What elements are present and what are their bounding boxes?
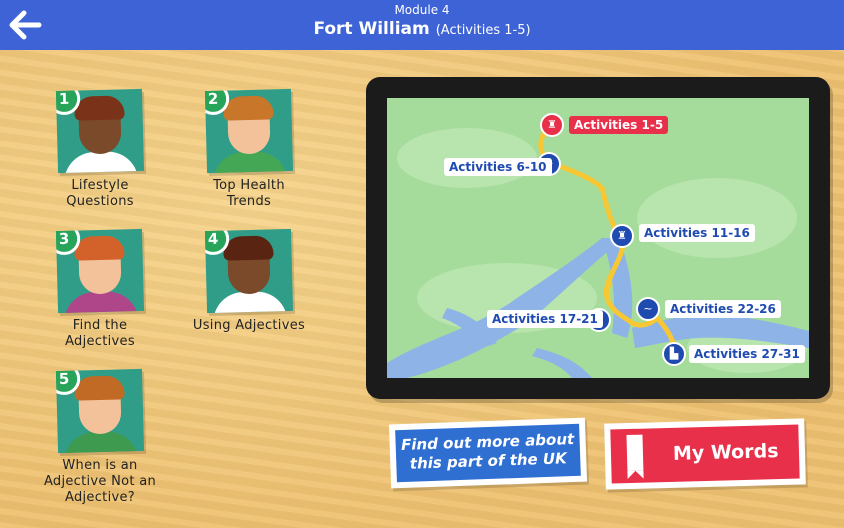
region-map: ♜ Activities 1-5 ~ Activities 6-10 ♜ Act… <box>387 98 809 378</box>
page-subtitle: (Activities 1-5) <box>435 23 531 38</box>
activity-label-line: Adjective? <box>65 490 135 505</box>
my-words-label: My Words <box>672 440 779 465</box>
pin-activities-22-26-marker[interactable]: ~ <box>636 297 660 321</box>
activity-card-1[interactable]: 1 Lifestyle Questions <box>35 88 165 210</box>
pin-activities-27-31[interactable]: Activities 27-31 <box>689 345 805 363</box>
avatar-hair <box>74 235 125 261</box>
module-label: Module 4 <box>394 3 450 17</box>
activity-card-4[interactable]: 4 Using Adjectives <box>184 228 314 334</box>
city-icon: ▙ <box>669 347 679 360</box>
find-out-more-panel: Find out more about this part of the UK <box>395 423 581 483</box>
find-out-more-button[interactable]: Find out more about this part of the UK <box>388 417 588 489</box>
avatar: 4 <box>204 228 294 314</box>
activity-card-5[interactable]: 5 When is an Adjective Not an Adjective? <box>35 368 165 506</box>
page-title-text: Fort William <box>313 19 430 39</box>
avatar: 5 <box>55 368 145 454</box>
avatar-hair <box>74 95 125 121</box>
castle-icon: ♜ <box>547 118 557 131</box>
activity-label-line: Adjectives <box>65 334 135 349</box>
my-words-button[interactable]: My Words <box>604 418 806 490</box>
activity-label: Top Health Trends <box>184 178 314 210</box>
activity-label: When is an Adjective Not an Adjective? <box>35 458 165 506</box>
avatar-body <box>63 151 139 174</box>
activity-label: Find the Adjectives <box>35 318 165 350</box>
pin-activities-11-16-marker[interactable]: ♜ <box>610 224 634 248</box>
header-bar: Module 4 Fort William (Activities 1-5) <box>0 0 844 50</box>
wave-icon: ~ <box>643 302 653 315</box>
pin-activities-1-5[interactable]: Activities 1-5 <box>569 116 669 134</box>
pin-activities-11-16[interactable]: Activities 11-16 <box>639 224 755 242</box>
activity-label-line: Questions <box>66 194 134 209</box>
activity-label-line: When is an <box>62 458 138 473</box>
activity-label: Using Adjectives <box>184 318 314 334</box>
activity-label: Lifestyle Questions <box>35 178 165 210</box>
pin-activities-6-10[interactable]: Activities 6-10 <box>444 158 552 176</box>
castle-icon: ♜ <box>617 229 627 242</box>
activity-card-2[interactable]: 2 Top Health Trends <box>184 88 314 210</box>
avatar: 1 <box>55 88 145 174</box>
activity-label-line: Top Health <box>213 178 285 193</box>
activity-label-line: Trends <box>226 194 272 209</box>
bookmark-icon <box>626 434 644 472</box>
avatar: 3 <box>55 228 145 314</box>
avatar-body <box>212 291 288 314</box>
activity-label-line: Find the <box>72 318 128 333</box>
pin-activities-1-5-marker[interactable]: ♜ <box>540 113 564 137</box>
avatar-hair <box>74 375 125 401</box>
avatar-body <box>212 151 288 174</box>
activity-label-line: Lifestyle <box>71 178 129 193</box>
avatar-hair <box>223 235 274 261</box>
pin-activities-22-26[interactable]: Activities 22-26 <box>665 300 781 318</box>
activity-card-3[interactable]: 3 Find the Adjectives <box>35 228 165 350</box>
avatar-hair <box>223 95 274 121</box>
activity-label-line: Adjective Not an <box>43 474 157 489</box>
pin-activities-27-31-marker[interactable]: ▙ <box>662 342 686 366</box>
avatar: 2 <box>204 88 294 174</box>
my-words-panel: My Words <box>610 424 800 484</box>
map-tablet-frame: ♜ Activities 1-5 ~ Activities 6-10 ♜ Act… <box>366 77 830 399</box>
activity-label-line: Using Adjectives <box>192 318 306 333</box>
avatar-body <box>63 431 139 454</box>
page-title: Fort William (Activities 1-5) <box>0 19 844 39</box>
pin-activities-17-21[interactable]: Activities 17-21 <box>487 310 603 328</box>
avatar-body <box>63 291 139 314</box>
